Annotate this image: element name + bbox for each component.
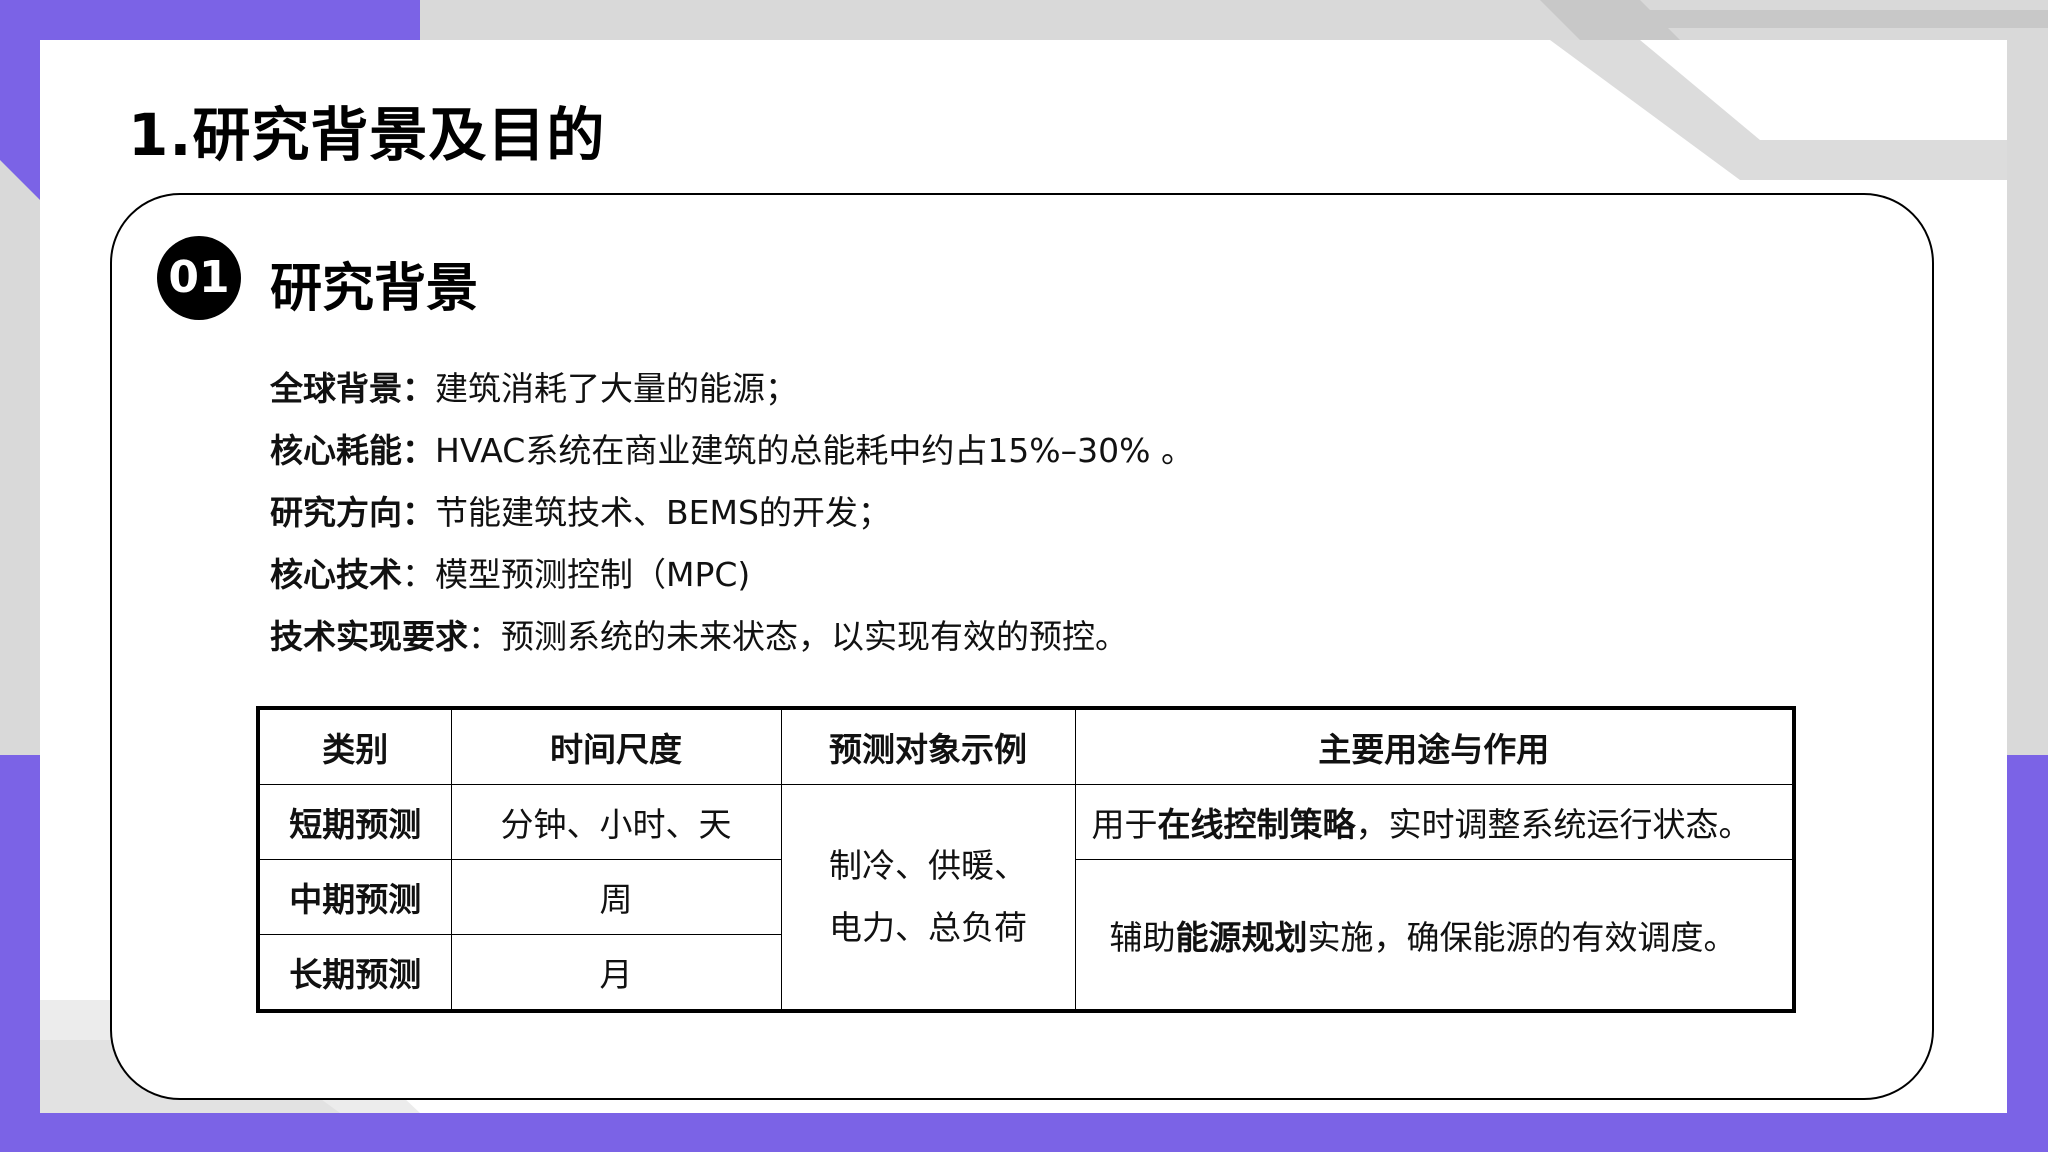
usage-text: 用于 (1091, 805, 1158, 844)
target-cell: 制冷、供暖、 电力、总负荷 (780, 784, 1076, 1012)
bullet-key: 核心耗能： (270, 431, 435, 470)
header-category: 类别 (257, 707, 452, 785)
category-cell: 中期预测 (257, 859, 452, 935)
category-cell: 长期预测 (257, 934, 452, 1012)
bullet-key: 技术实现要求 (270, 617, 468, 656)
bullet-text: HVAC系统在商业建筑的总能耗中约占15%–30% 。 (435, 431, 1194, 470)
bullet-item: 核心技术：模型预测控制（MPC) (270, 544, 1194, 606)
usage-highlight: 在线控制策略 (1157, 805, 1356, 844)
timescale-cell: 月 (450, 934, 782, 1012)
bullet-text: ：模型预测控制（MPC) (402, 555, 751, 594)
bullet-text: 节能建筑技术、BEMS的开发； (435, 493, 891, 532)
section-title: 研究背景 (270, 259, 479, 319)
bullet-item: 研究方向：节能建筑技术、BEMS的开发； (270, 482, 1194, 544)
bullet-key: 研究方向： (270, 493, 435, 532)
usage-cell: 用于在线控制策略，实时调整系统运行状态。 (1074, 784, 1795, 860)
bullet-item: 核心耗能：HVAC系统在商业建筑的总能耗中约占15%–30% 。 (270, 420, 1194, 482)
table-row: 短期预测 分钟、小时、天 制冷、供暖、 电力、总负荷 用于在线控制策略，实时调整… (257, 784, 1795, 1012)
header-usage: 主要用途与作用 (1074, 707, 1795, 785)
bullet-text: 建筑消耗了大量的能源； (435, 369, 798, 408)
background-bullet-list: 全球背景：建筑消耗了大量的能源； 核心耗能：HVAC系统在商业建筑的总能耗中约占… (270, 358, 1194, 668)
target-line: 制冷、供暖、 (829, 846, 1027, 885)
bullet-key: 核心技术 (270, 555, 402, 594)
section-number-badge: 01 (157, 236, 241, 320)
timescale-cell: 分钟、小时、天 (450, 784, 782, 860)
prediction-table: 类别 时间尺度 预测对象示例 主要用途与作用 短期预测 分钟、小时、天 制冷、供… (256, 706, 1796, 1013)
bullet-text: ：预测系统的未来状态，以实现有效的预控。 (468, 617, 1128, 656)
usage-text: 实施，确保能源的有效调度。 (1307, 917, 1737, 957)
target-line: 电力、总负荷 (829, 908, 1027, 947)
table-header-row: 类别 时间尺度 预测对象示例 主要用途与作用 (257, 707, 1795, 785)
page-title: 1.研究背景及目的 (128, 101, 606, 169)
category-cell: 短期预测 (257, 784, 452, 860)
usage-text: 辅助 (1109, 917, 1176, 957)
bullet-item: 技术实现要求：预测系统的未来状态，以实现有效的预控。 (270, 606, 1194, 668)
timescale-cell: 周 (450, 859, 782, 935)
usage-cell: 辅助能源规划实施，确保能源的有效调度。 (1074, 859, 1795, 1012)
usage-text: ，实时调整系统运行状态。 (1355, 805, 1752, 844)
usage-highlight: 能源规划 (1175, 917, 1308, 957)
bullet-item: 全球背景：建筑消耗了大量的能源； (270, 358, 1194, 420)
bullet-key: 全球背景： (270, 369, 435, 408)
header-target: 预测对象示例 (780, 707, 1076, 785)
header-timescale: 时间尺度 (450, 707, 782, 785)
